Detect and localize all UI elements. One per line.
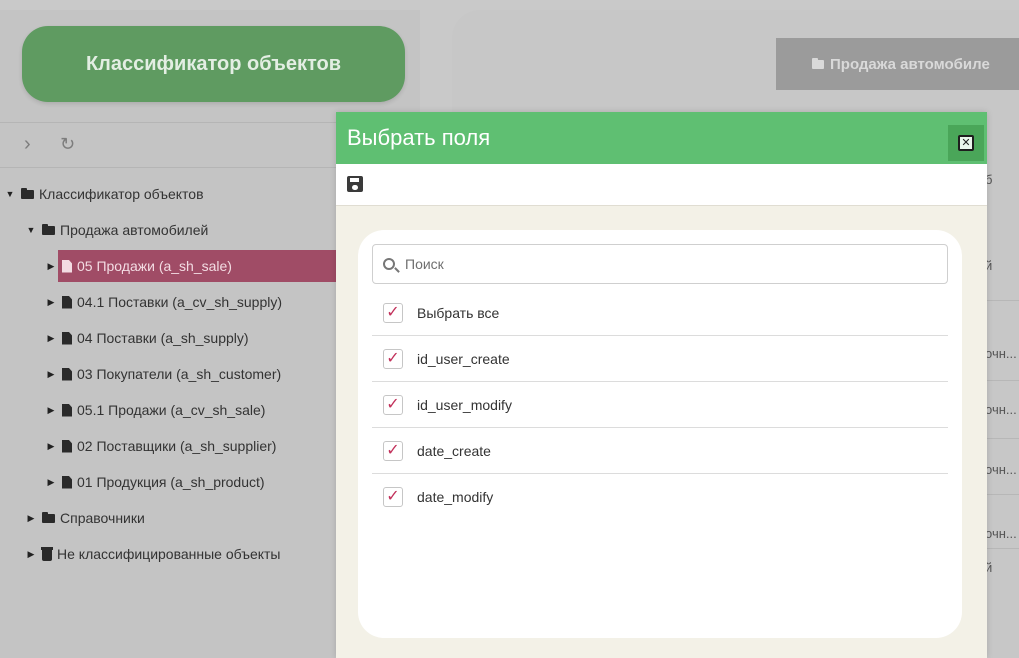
folder-icon <box>42 511 55 523</box>
cell-fragment: очн... <box>985 402 1017 417</box>
file-icon <box>62 259 72 273</box>
table-file-icon <box>62 295 72 309</box>
tree-node-label: Продажа автомобилей <box>60 222 209 238</box>
file-icon <box>62 331 72 345</box>
fields-card: ✓ Выбрать все ✓ id_user_create ✓ id_user… <box>358 230 962 638</box>
select-all-option[interactable]: ✓ Выбрать все <box>372 290 948 336</box>
caret-right-icon[interactable]: ▶ <box>46 369 56 380</box>
close-button[interactable]: ✕ <box>948 125 984 161</box>
field-option[interactable]: ✓ date_modify <box>372 474 948 520</box>
row-divider <box>985 438 1019 439</box>
caret-down-icon[interactable]: ▼ <box>5 189 15 199</box>
row-divider <box>985 300 1019 301</box>
select-fields-dialog: Выбрать поля ✕ ✓ Выбрать все ✓ id_user_c… <box>336 112 987 658</box>
cell-fragment: очн... <box>985 526 1017 541</box>
folder-icon <box>21 187 34 199</box>
tree-node-label: Классификатор объектов <box>39 186 204 202</box>
checkbox[interactable]: ✓ <box>383 487 403 507</box>
option-label: id_user_modify <box>417 396 512 413</box>
caret-down-icon[interactable]: ▼ <box>26 225 36 235</box>
option-label: Выбрать все <box>417 304 500 321</box>
field-option[interactable]: ✓ id_user_modify <box>372 382 948 428</box>
chevron-right-icon[interactable]: › <box>24 134 31 154</box>
dialog-title: Выбрать поля <box>347 125 491 150</box>
option-label: id_user_create <box>417 350 510 367</box>
file-icon <box>62 439 72 453</box>
checkbox[interactable]: ✓ <box>383 440 403 461</box>
field-option[interactable]: ✓ date_create <box>372 428 948 474</box>
file-icon <box>62 475 72 489</box>
row-divider <box>985 494 1019 495</box>
save-icon[interactable] <box>347 176 363 192</box>
close-icon: ✕ <box>958 135 974 151</box>
tree-node-label: 02 Поставщики (a_sh_supplier) <box>77 438 277 454</box>
tree-node-label: Не классифицированные объекты <box>57 546 281 562</box>
caret-right-icon[interactable]: ▶ <box>46 405 56 416</box>
checkbox[interactable]: ✓ <box>383 302 403 323</box>
caret-right-icon[interactable]: ▶ <box>46 261 56 272</box>
option-label: date_modify <box>417 489 494 505</box>
search-icon <box>383 258 395 270</box>
folder-icon <box>812 57 824 69</box>
dialog-toolbar <box>336 164 987 206</box>
cell-fragment: очн... <box>985 346 1017 361</box>
tab-label: Продажа автомобиле <box>830 55 990 73</box>
table-file-icon <box>62 403 72 417</box>
folder-icon <box>42 223 55 235</box>
caret-right-icon[interactable]: ▶ <box>46 333 56 344</box>
tree-node-label: 05.1 Продажи (a_cv_sh_sale) <box>77 402 266 418</box>
search-box[interactable] <box>372 244 948 284</box>
tree-node-label: 04.1 Поставки (a_cv_sh_supply) <box>77 294 283 310</box>
caret-right-icon[interactable]: ▶ <box>26 549 36 560</box>
file-icon <box>62 367 72 381</box>
classifier-button[interactable]: Классификатор объектов <box>22 26 405 102</box>
caret-right-icon[interactable]: ▶ <box>46 477 56 488</box>
tree-node-label: 01 Продукция (a_sh_product) <box>77 474 265 490</box>
field-list: ✓ Выбрать все ✓ id_user_create ✓ id_user… <box>372 290 948 520</box>
tree-node-label: 05 Продажи (a_sh_sale) <box>77 258 232 274</box>
refresh-icon[interactable]: ↻ <box>60 134 75 154</box>
caret-right-icon[interactable]: ▶ <box>46 297 56 308</box>
checkbox[interactable]: ✓ <box>383 348 403 369</box>
caret-right-icon[interactable]: ▶ <box>26 513 36 524</box>
search-input[interactable] <box>405 256 925 272</box>
row-divider <box>985 548 1019 549</box>
tree-node-label: 04 Поставки (a_sh_supply) <box>77 330 249 346</box>
checkbox[interactable]: ✓ <box>383 394 403 415</box>
tree-node-label: Справочники <box>60 510 145 526</box>
tree-node-label: 03 Покупатели (a_sh_customer) <box>77 366 282 382</box>
field-option[interactable]: ✓ id_user_create <box>372 336 948 382</box>
cell-fragment: очн... <box>985 462 1017 477</box>
option-label: date_create <box>417 442 491 459</box>
tab-car-sales[interactable]: Продажа автомобиле <box>776 38 1019 90</box>
row-divider <box>985 380 1019 381</box>
dialog-header: Выбрать поля ✕ <box>336 112 987 164</box>
trash-icon <box>41 546 53 561</box>
caret-right-icon[interactable]: ▶ <box>46 441 56 452</box>
